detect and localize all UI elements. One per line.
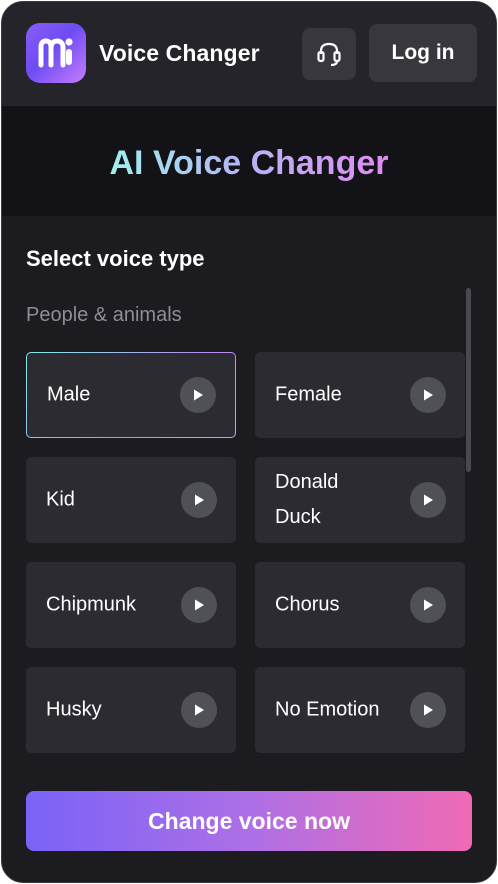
voice-card-donald-duck[interactable]: Donald Duck (255, 457, 465, 543)
play-icon (195, 494, 204, 506)
voice-card-female[interactable]: Female (255, 352, 465, 438)
headset-icon (317, 42, 341, 67)
change-voice-button[interactable]: Change voice now (26, 791, 472, 851)
play-button[interactable] (180, 377, 216, 413)
scrollbar[interactable] (466, 288, 471, 472)
play-icon (424, 599, 433, 611)
header: Voice Changer Log in (2, 2, 496, 106)
play-button[interactable] (181, 587, 217, 623)
play-icon (195, 599, 204, 611)
voice-card-label: Female (275, 383, 342, 406)
voice-card-label: Kid (46, 488, 75, 511)
hero-banner: AI Voice Changer (2, 106, 496, 216)
voice-card-label: No Emotion (275, 698, 380, 721)
voice-card-label: Chorus (275, 593, 340, 616)
login-button[interactable]: Log in (369, 24, 477, 82)
voice-card-husky[interactable]: Husky (26, 667, 236, 753)
play-icon (424, 494, 433, 506)
play-icon (194, 389, 203, 401)
play-icon (195, 704, 204, 716)
play-icon (424, 704, 433, 716)
hero-title: AI Voice Changer (109, 143, 389, 182)
voice-card-kid[interactable]: Kid (26, 457, 236, 543)
voice-changer-panel: Voice Changer Log in AI Voice Changer Se… (1, 1, 497, 883)
category-label: People & animals (26, 304, 182, 326)
play-button[interactable] (410, 587, 446, 623)
play-button[interactable] (410, 377, 446, 413)
voice-card-label: Chipmunk (46, 593, 137, 616)
play-button[interactable] (181, 692, 217, 728)
play-button[interactable] (181, 482, 217, 518)
voice-card-label: Male (47, 383, 91, 406)
voice-card-chorus[interactable]: Chorus (255, 562, 465, 648)
play-button[interactable] (410, 482, 446, 518)
voice-card-label: Husky (46, 698, 102, 721)
voice-card-label: Donald Duck (275, 471, 339, 528)
play-icon (424, 389, 433, 401)
section-title: Select voice type (26, 246, 205, 271)
voice-card-chipmunk[interactable]: Chipmunk (26, 562, 236, 648)
support-button[interactable] (302, 28, 356, 80)
voice-card-male[interactable]: Male (26, 352, 236, 438)
voice-card-no-emotion[interactable]: No Emotion (255, 667, 465, 753)
play-button[interactable] (410, 692, 446, 728)
app-title: Voice Changer (99, 40, 260, 66)
voice-changer-logo-icon[interactable] (26, 23, 86, 83)
